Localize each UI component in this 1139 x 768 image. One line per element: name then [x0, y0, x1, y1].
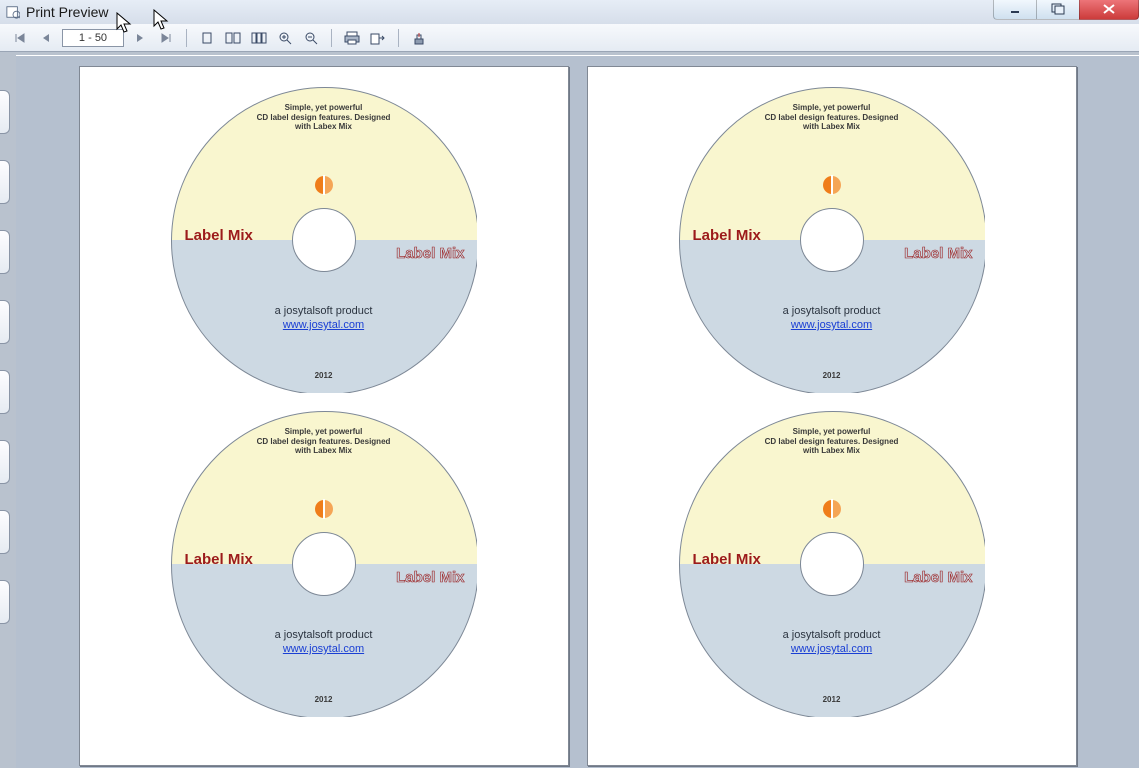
window-title: Print Preview	[26, 4, 108, 20]
logo-icon	[820, 497, 844, 521]
brand-text-outline: Label Mix	[904, 245, 972, 262]
brand-text-outline: Label Mix	[904, 569, 972, 586]
window-controls	[994, 0, 1139, 20]
two-page-view-button[interactable]	[223, 28, 243, 48]
titlebar: Print Preview	[0, 0, 1139, 24]
maximize-button[interactable]	[1036, 0, 1080, 20]
pages-container: Simple, yet powerful CD label design fea…	[16, 56, 1139, 768]
company-url[interactable]: www.josytal.com	[679, 319, 985, 331]
zoom-out-button[interactable]	[301, 28, 321, 48]
company-text: a josytalsoft product	[679, 305, 985, 317]
minimize-button[interactable]	[993, 0, 1037, 20]
toolbar-separator	[331, 29, 332, 47]
brand-text: Label Mix	[185, 551, 253, 568]
last-page-button[interactable]	[156, 28, 176, 48]
preview-page: Simple, yet powerful CD label design fea…	[79, 66, 569, 766]
toolbar-separator	[186, 29, 187, 47]
close-button[interactable]	[1079, 0, 1139, 20]
brand-text-outline: Label Mix	[396, 245, 464, 262]
company-url[interactable]: www.josytal.com	[679, 643, 985, 655]
background-tab-strip	[0, 90, 14, 624]
brand-text: Label Mix	[693, 227, 761, 244]
year-text: 2012	[171, 695, 477, 704]
year-text: 2012	[171, 371, 477, 380]
company-text: a josytalsoft product	[171, 305, 477, 317]
year-text: 2012	[679, 695, 985, 704]
year-text: 2012	[679, 371, 985, 380]
page-range-input[interactable]	[62, 29, 124, 47]
company-text: a josytalsoft product	[679, 629, 985, 641]
company-text: a josytalsoft product	[171, 629, 477, 641]
multi-page-view-button[interactable]	[249, 28, 269, 48]
print-button[interactable]	[342, 28, 362, 48]
toolbar-separator	[398, 29, 399, 47]
label-blurb: Simple, yet powerful CD label design fea…	[679, 427, 985, 456]
logo-icon	[820, 173, 844, 197]
single-page-view-button[interactable]	[197, 28, 217, 48]
brand-text-outline: Label Mix	[396, 569, 464, 586]
cd-label: Simple, yet powerful CD label design fea…	[171, 87, 477, 393]
logo-icon	[312, 173, 336, 197]
preview-page: Simple, yet powerful CD label design fea…	[587, 66, 1077, 766]
logo-icon	[312, 497, 336, 521]
label-blurb: Simple, yet powerful CD label design fea…	[679, 103, 985, 132]
first-page-button[interactable]	[10, 28, 30, 48]
cd-label: Simple, yet powerful CD label design fea…	[679, 411, 985, 717]
brand-text: Label Mix	[693, 551, 761, 568]
label-blurb: Simple, yet powerful CD label design fea…	[171, 427, 477, 456]
export-button[interactable]	[368, 28, 388, 48]
zoom-in-button[interactable]	[275, 28, 295, 48]
close-preview-button[interactable]	[409, 28, 429, 48]
label-blurb: Simple, yet powerful CD label design fea…	[171, 103, 477, 132]
company-url[interactable]: www.josytal.com	[171, 643, 477, 655]
brand-text: Label Mix	[185, 227, 253, 244]
prev-page-button[interactable]	[36, 28, 56, 48]
company-url[interactable]: www.josytal.com	[171, 319, 477, 331]
app-icon	[6, 5, 20, 19]
toolbar	[0, 24, 1139, 52]
cd-label: Simple, yet powerful CD label design fea…	[171, 411, 477, 717]
preview-workspace[interactable]: Simple, yet powerful CD label design fea…	[16, 55, 1139, 768]
cd-label: Simple, yet powerful CD label design fea…	[679, 87, 985, 393]
next-page-button[interactable]	[130, 28, 150, 48]
